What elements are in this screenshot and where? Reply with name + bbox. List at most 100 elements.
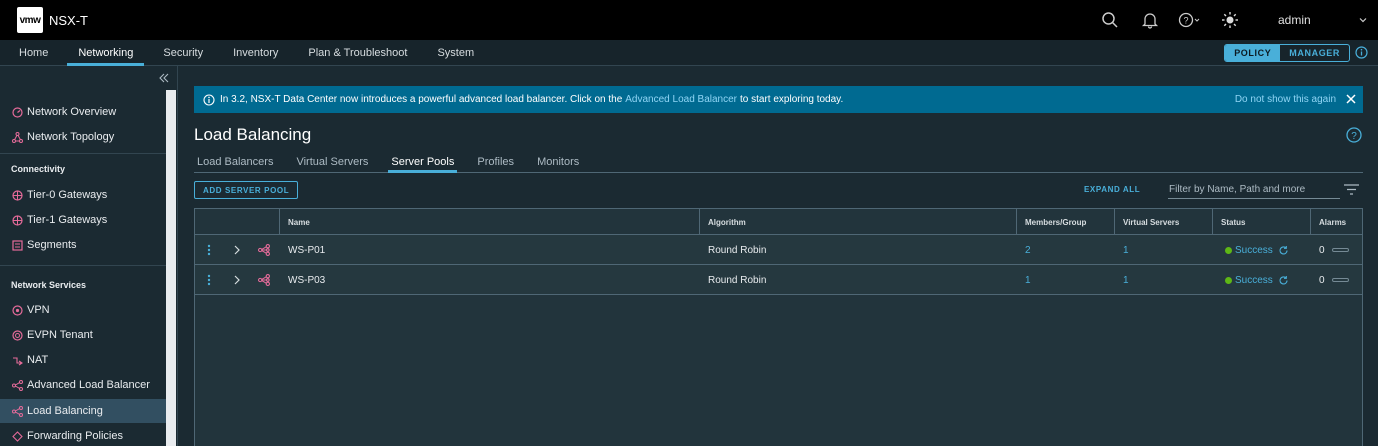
sidebar-item-label: VPN [27,304,50,316]
sidebar-item-label: Network Overview [27,106,117,118]
nav-tab-networking[interactable]: Networking [67,40,145,66]
server-pools-grid: Name Algorithm Members/Group Virtual Ser… [194,208,1363,446]
sidebar-item-label: Network Topology [27,131,115,143]
info-icon [203,93,215,106]
tab-virtual-servers[interactable]: Virtual Servers [293,151,371,172]
sidebar-item-tier1-gateways[interactable]: Tier-1 Gateways [0,208,166,232]
manager-mode-button[interactable]: MANAGER [1280,45,1349,61]
alarms-cell: 0 [1319,235,1349,265]
column-header-name[interactable]: Name [279,209,699,235]
status-cell: Success [1225,265,1289,295]
user-menu[interactable]: admin [1278,13,1358,27]
tab-monitors[interactable]: Monitors [534,151,582,172]
nat-icon [11,354,23,366]
tab-load-balancers[interactable]: Load Balancers [194,151,276,172]
filter-icon[interactable] [1344,184,1359,195]
sidebar-item-nat[interactable]: NAT [0,348,166,372]
expand-all-button[interactable]: EXPAND ALL [1084,185,1140,194]
chevron-right-icon[interactable] [233,265,241,295]
help-menu-icon[interactable]: ? [1170,0,1210,40]
bell-icon[interactable] [1130,0,1170,40]
sidebar-scrollbar[interactable] [166,90,176,446]
filter-input[interactable]: Filter by Name, Path and more [1168,181,1340,199]
pool-name: WS-P01 [288,244,326,256]
svg-text:?: ? [1183,16,1188,26]
server-pool-icon [258,235,270,265]
grid-header: Name Algorithm Members/Group Virtual Ser… [195,209,1362,235]
column-header-members-group[interactable]: Members/Group [1016,209,1114,235]
pool-members-link[interactable]: 2 [1025,235,1031,265]
pool-virtual-servers-link[interactable]: 1 [1123,235,1129,265]
sidebar-divider [0,153,166,154]
pool-members-link[interactable]: 1 [1025,265,1031,295]
network-topology-icon [11,131,23,143]
sidebar-item-segments[interactable]: Segments [0,233,166,257]
tab-server-pools[interactable]: Server Pools [388,151,458,173]
sidebar-item-label: EVPN Tenant [27,329,93,341]
refresh-icon[interactable] [1278,275,1289,286]
sidebar-item-tier0-gateways[interactable]: Tier-0 Gateways [0,183,166,207]
add-server-pool-button[interactable]: ADD SERVER POOL [194,181,299,199]
pool-virtual-servers-link[interactable]: 1 [1123,265,1129,295]
evpn-tenant-icon [11,329,23,341]
sidebar-item-evpn-tenant[interactable]: EVPN Tenant [0,323,166,347]
policy-mode-button[interactable]: POLICY [1225,45,1281,61]
status-text[interactable]: Success [1235,275,1273,286]
server-pool-icon [258,265,270,295]
vpn-icon [11,304,23,316]
sidebar-item-label: Load Balancing [27,405,103,417]
info-icon[interactable] [1355,46,1368,59]
segments-icon [11,239,23,251]
nav-tab-home[interactable]: Home [8,40,59,65]
info-banner: In 3.2, NSX-T Data Center now introduces… [194,86,1363,113]
refresh-icon[interactable] [1278,245,1289,256]
chevron-down-icon[interactable] [1358,15,1368,25]
column-header-alarms[interactable]: Alarms [1310,209,1362,235]
top-nav: Home Networking Security Inventory Plan … [0,40,1378,66]
row-actions-icon[interactable] [207,265,211,295]
sidebar-section-connectivity: Connectivity [11,164,66,174]
sidebar-item-vpn[interactable]: VPN [0,298,166,322]
nav-tab-system[interactable]: System [426,40,485,65]
sidebar-item-label: Tier-0 Gateways [27,189,108,201]
tier0-gateway-icon [11,189,23,201]
help-icon[interactable]: ? [1346,127,1362,143]
close-icon[interactable] [1345,93,1357,105]
vmware-logo: vmw [17,7,43,33]
product-name: NSX-T [49,12,88,28]
sidebar-item-network-topology[interactable]: Network Topology [0,125,166,149]
column-header-algorithm[interactable]: Algorithm [699,209,1016,235]
alarm-bar [1331,278,1349,282]
theme-toggle-icon[interactable] [1210,0,1250,40]
advanced-load-balancer-link[interactable]: Advanced Load Balancer [625,94,737,105]
tab-profiles[interactable]: Profiles [474,151,517,172]
search-icon[interactable] [1090,0,1130,40]
collapse-sidebar-icon[interactable] [158,72,170,84]
sidebar-item-advanced-load-balancer[interactable]: Advanced Load Balancer [0,373,166,397]
sidebar-item-load-balancing[interactable]: Load Balancing [0,399,166,423]
row-actions-icon[interactable] [207,235,211,265]
chevron-right-icon[interactable] [233,235,241,265]
sidebar-item-forwarding-policies[interactable]: Forwarding Policies [0,424,166,446]
nav-tab-inventory[interactable]: Inventory [222,40,289,65]
sidebar-item-label: Forwarding Policies [27,430,123,442]
forwarding-policies-icon [11,430,23,442]
table-row: WS-P03 Round Robin 1 1 Success 0 [195,265,1362,295]
status-text[interactable]: Success [1235,245,1273,256]
sidebar-item-network-overview[interactable]: Network Overview [0,100,166,124]
status-cell: Success [1225,235,1289,265]
main-content: In 3.2, NSX-T Data Center now introduces… [194,66,1364,446]
column-header-virtual-servers[interactable]: Virtual Servers [1114,209,1212,235]
svg-text:?: ? [1351,131,1357,142]
alarms-cell: 0 [1319,265,1349,295]
network-overview-icon [11,106,23,118]
alarm-count: 0 [1319,244,1325,256]
status-success-dot [1225,276,1232,284]
column-header-status[interactable]: Status [1212,209,1310,235]
nav-tab-security[interactable]: Security [152,40,214,65]
pool-algorithm: Round Robin [708,244,767,256]
pool-algorithm: Round Robin [708,274,767,286]
do-not-show-again-link[interactable]: Do not show this again [1235,94,1336,105]
sidebar-item-label: Segments [27,239,77,251]
nav-tab-plan-troubleshoot[interactable]: Plan & Troubleshoot [297,40,418,65]
